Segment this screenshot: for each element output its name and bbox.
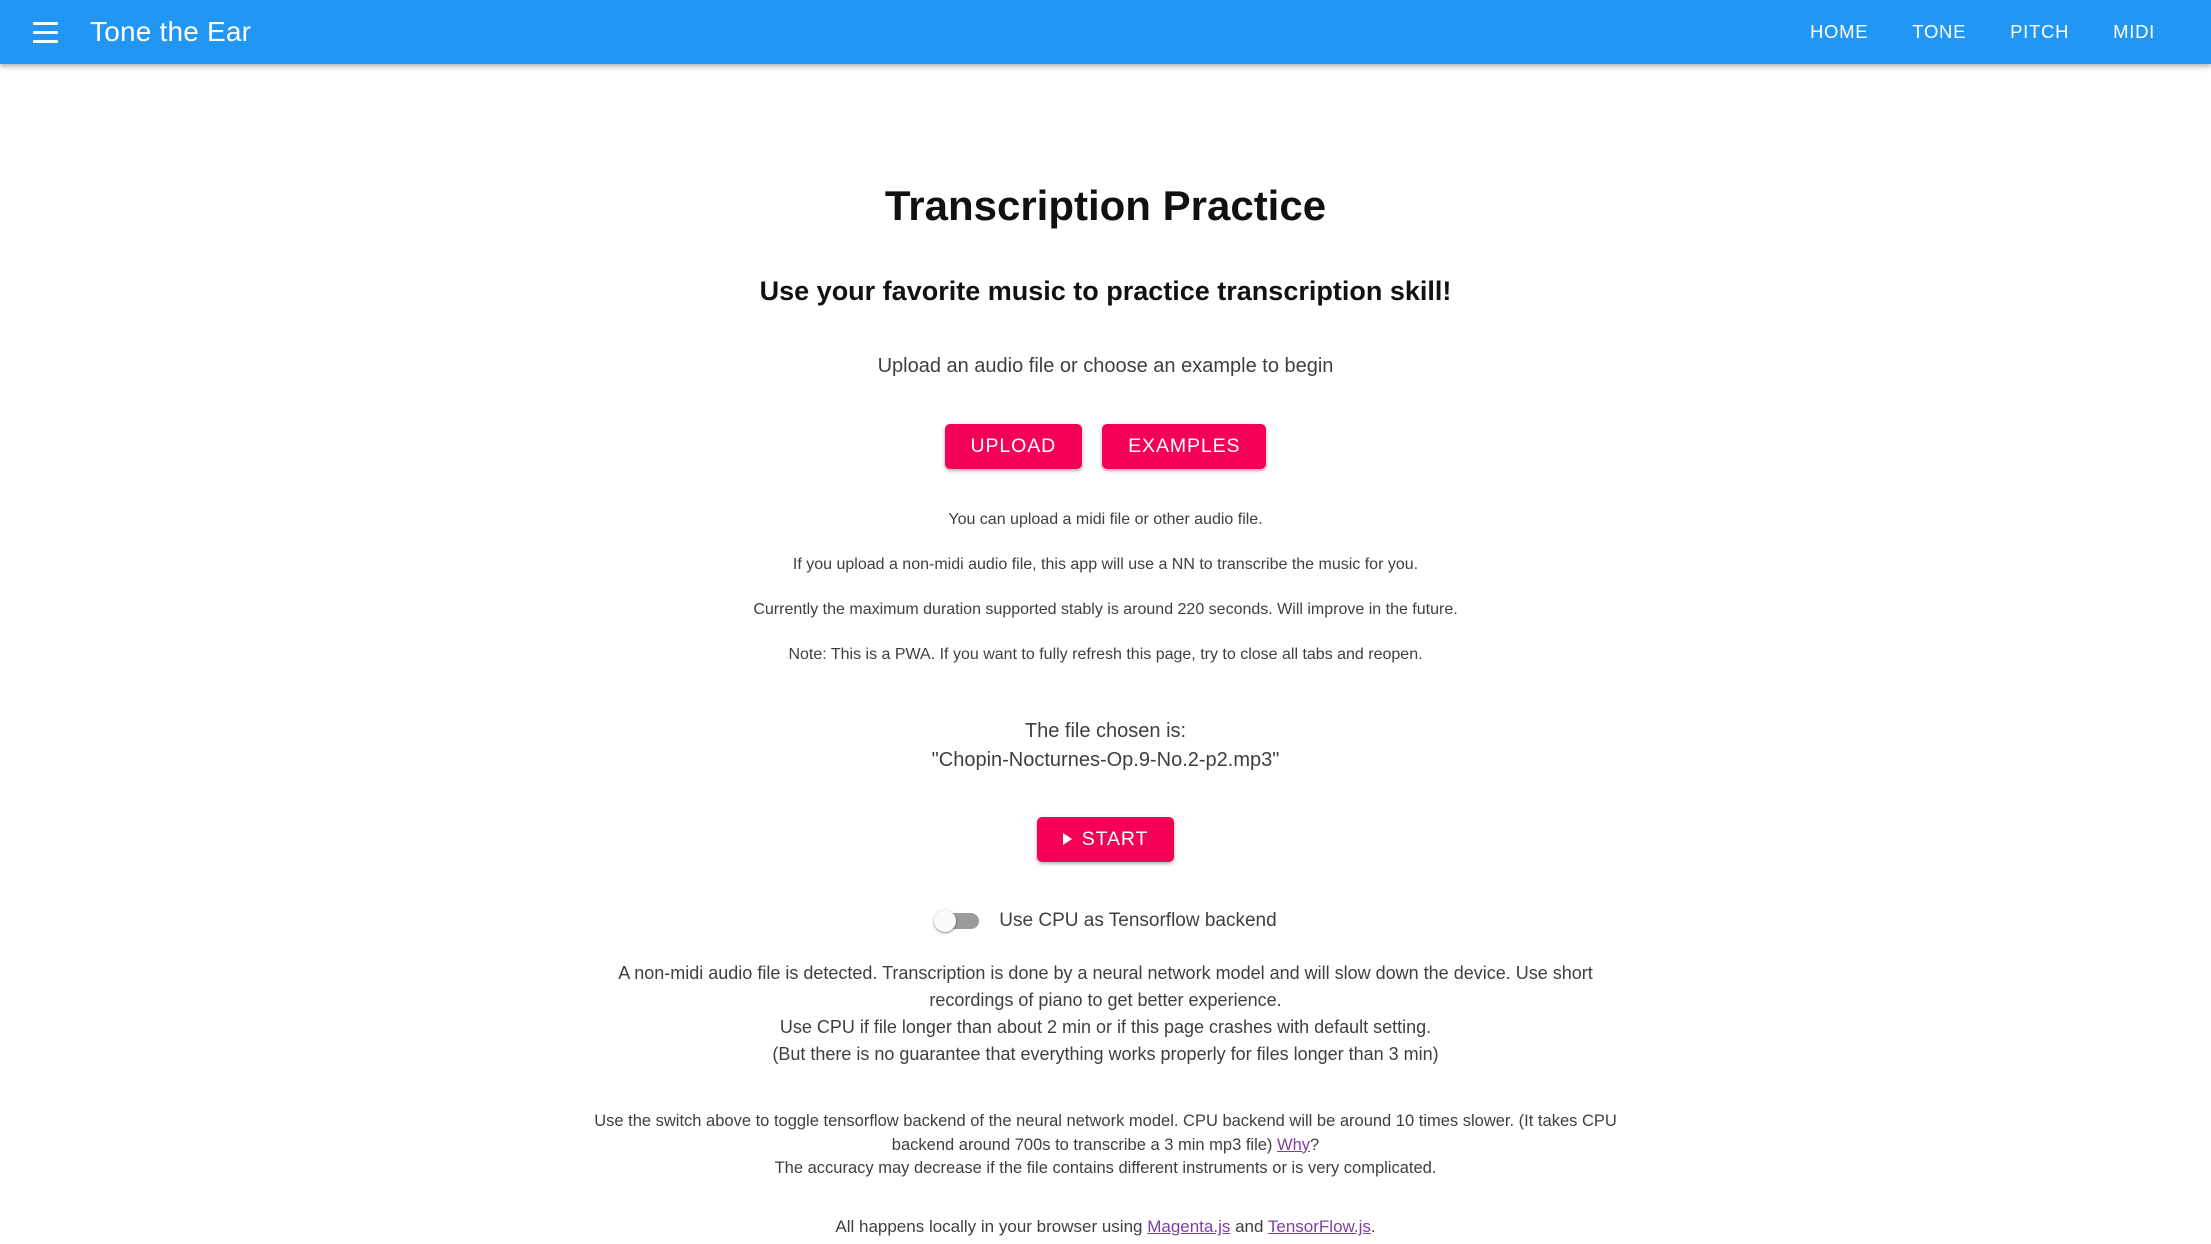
note-line-2: If you upload a non-midi audio file, thi… <box>792 555 1419 573</box>
app-title: Tone the Ear <box>90 16 252 47</box>
upload-button[interactable]: UPLOAD <box>944 423 1083 469</box>
why-link[interactable]: Why <box>1277 1136 1310 1154</box>
nav-link-pitch[interactable]: PITCH <box>1988 11 2091 53</box>
nav-link-midi[interactable]: MIDI <box>2091 11 2177 53</box>
backend-paragraph: Use the switch above to toggle tensorflo… <box>578 1110 1633 1182</box>
chosen-file-block: The file chosen is: "Chopin-Nocturnes-Op… <box>0 717 2211 775</box>
main-content: Transcription Practice Use your favorite… <box>0 64 2211 1237</box>
start-row: START <box>0 816 2211 862</box>
detection-line-1: A non-midi audio file is detected. Trans… <box>618 962 1593 1010</box>
examples-button[interactable]: EXAMPLES <box>1102 423 1267 469</box>
chosen-file-label: The file chosen is: <box>1024 719 1187 742</box>
detection-line-3: (But there is no guarantee that everythi… <box>772 1043 1439 1064</box>
file-source-buttons: UPLOAD EXAMPLES <box>0 423 2211 469</box>
footer-credits: All happens locally in your browser usin… <box>0 1217 2211 1237</box>
menu-bar-1 <box>32 21 58 25</box>
play-triangle-icon <box>1062 833 1072 846</box>
detection-line-2: Use CPU if file longer than about 2 min … <box>779 1016 1432 1037</box>
chosen-file-name: "Chopin-Nocturnes-Op.9-No.2-p2.mp3" <box>931 748 1280 771</box>
menu-bar-2 <box>32 30 58 34</box>
backend-line-2: The accuracy may decrease if the file co… <box>774 1159 1437 1178</box>
start-button[interactable]: START <box>1036 816 1175 862</box>
main-nav: HOME TONE PITCH MIDI <box>1788 11 2189 53</box>
cpu-backend-label: Use CPU as Tensorflow backend <box>999 909 1277 931</box>
backend-text-part1: Use the switch above to toggle tensorflo… <box>594 1111 1617 1154</box>
nav-link-home[interactable]: HOME <box>1788 11 1890 53</box>
menu-bar-3 <box>32 39 58 43</box>
note-line-3: Currently the maximum duration supported… <box>753 600 1458 618</box>
footer-middle: and <box>1230 1217 1268 1237</box>
start-button-label: START <box>1081 827 1149 850</box>
backend-line-1: Use the switch above to toggle tensorflo… <box>578 1110 1633 1158</box>
app-bar: Tone the Ear HOME TONE PITCH MIDI <box>0 0 2211 64</box>
page-title: Transcription Practice <box>884 182 1327 229</box>
tensorflow-js-link[interactable]: TensorFlow.js <box>1268 1217 1371 1236</box>
toggle-knob <box>934 909 957 932</box>
upload-notes: You can upload a midi file or other audi… <box>0 510 2211 665</box>
note-line-4: Note: This is a PWA. If you want to full… <box>788 645 1423 663</box>
cpu-backend-switch-row: Use CPU as Tensorflow backend <box>0 909 2211 932</box>
backend-text-part2: ? <box>1310 1135 1320 1154</box>
footer-prefix: All happens locally in your browser usin… <box>835 1217 1148 1237</box>
page-subtitle: Use your favorite music to practice tran… <box>759 276 1452 307</box>
magenta-js-link[interactable]: Magenta.js <box>1147 1217 1230 1236</box>
note-line-1: You can upload a midi file or other audi… <box>948 510 1263 528</box>
lead-instruction: Upload an audio file or choose an exampl… <box>877 354 1334 377</box>
footer-suffix: . <box>1370 1217 1376 1237</box>
hamburger-menu-icon[interactable] <box>22 9 68 55</box>
cpu-backend-toggle[interactable] <box>934 909 982 932</box>
nav-link-tone[interactable]: TONE <box>1890 11 1988 53</box>
detection-paragraph: A non-midi audio file is detected. Trans… <box>578 960 1633 1068</box>
